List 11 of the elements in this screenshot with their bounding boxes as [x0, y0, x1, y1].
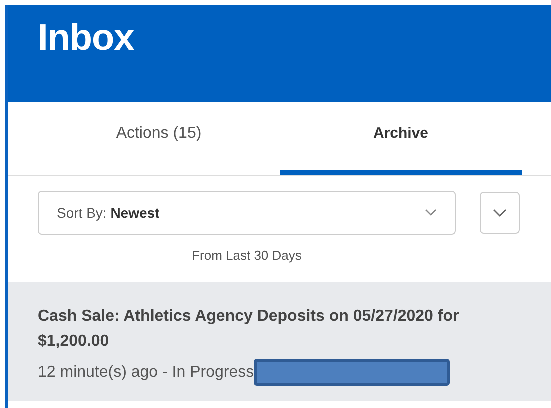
- tab[interactable]: Archive: [280, 102, 522, 175]
- sort-dropdown[interactable]: Sort By: Newest: [38, 191, 456, 235]
- tab[interactable]: Actions (15): [38, 102, 280, 175]
- chevron-down-icon: [425, 209, 437, 217]
- date-range-text: From Last 30 Days: [191, 248, 303, 263]
- page-title: Inbox: [38, 17, 134, 59]
- chevron-down-icon: [493, 208, 507, 218]
- inbox-item[interactable]: Cash Sale: Athletics Agency Deposits on 05/27/2020 for $1,200.00 12 minute(s) ago - In Progress: [8, 282, 551, 401]
- expand-button[interactable]: [480, 192, 520, 234]
- item-title: Cash Sale: Athletics Agency Deposits on 05/27/2020 for $1,200.00: [38, 307, 460, 352]
- item-status: 12 minute(s) ago - In Progress: [38, 364, 254, 382]
